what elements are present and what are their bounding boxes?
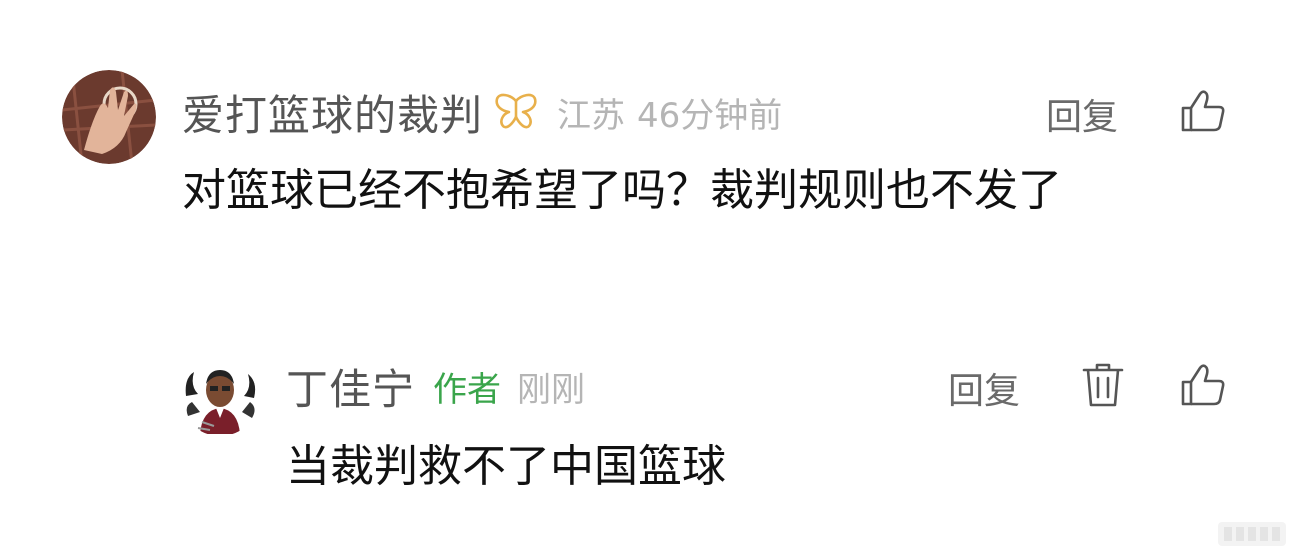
reply-button[interactable]: 回复 xyxy=(1046,88,1118,140)
thumbs-up-icon[interactable] xyxy=(1180,362,1226,408)
reply-username[interactable]: 丁佳宁 xyxy=(286,356,415,417)
comment-time: 46分钟前 xyxy=(637,95,783,136)
commenter-avatar[interactable] xyxy=(62,70,156,164)
reply-time: 刚刚 xyxy=(517,369,586,410)
author-tag: 作者 xyxy=(433,369,502,410)
trash-icon[interactable] xyxy=(1082,362,1124,408)
reply-header: 丁佳宁 作者 刚刚 xyxy=(286,358,585,414)
comment-location: 江苏 xyxy=(557,95,626,136)
reply-author-avatar[interactable] xyxy=(180,356,260,436)
butterfly-badge-icon xyxy=(493,93,539,131)
reply-reply-button[interactable]: 回复 xyxy=(948,362,1020,414)
comment-meta: 江苏 46分钟前 xyxy=(557,88,782,137)
commenter-username[interactable]: 爱打篮球的裁判 xyxy=(182,82,483,143)
comment-header: 爱打篮球的裁判 江苏 46分钟前 xyxy=(182,84,782,140)
thumbs-up-icon[interactable] xyxy=(1180,88,1226,134)
reply-text: 当裁判救不了中国篮球 xyxy=(286,441,726,492)
watermark-logo xyxy=(1218,522,1286,546)
comment-text: 对篮球已经不抱希望了吗？裁判规则也不发了 xyxy=(182,165,1062,216)
